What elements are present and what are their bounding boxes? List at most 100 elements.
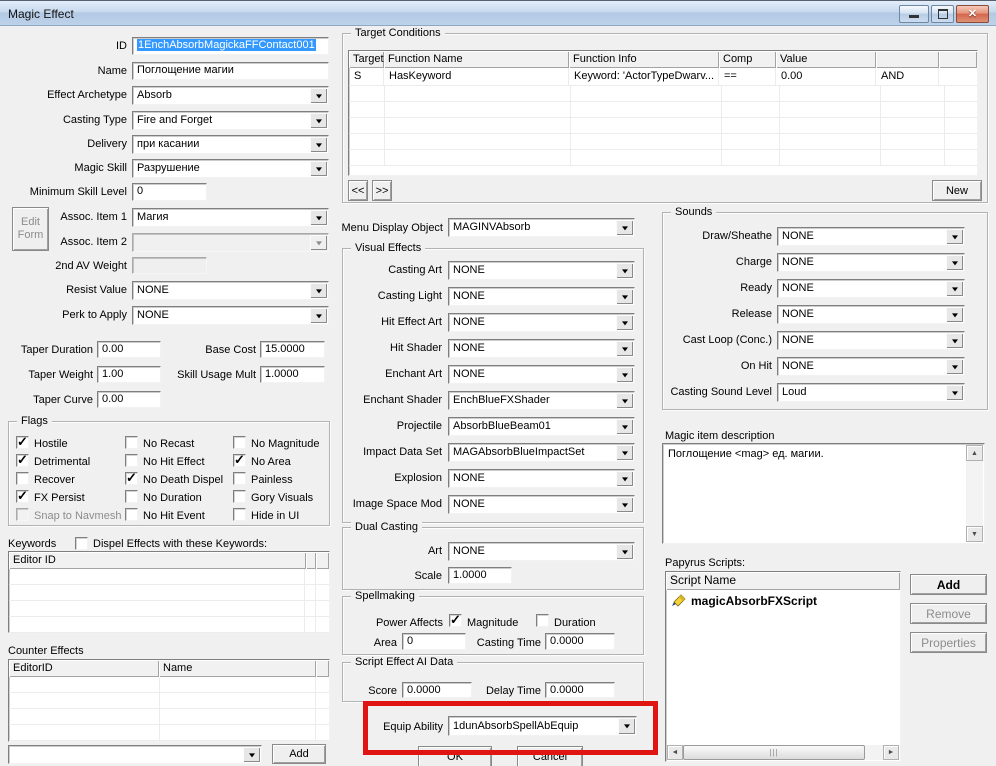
chevron-down-icon[interactable] xyxy=(616,497,633,512)
chevron-down-icon[interactable] xyxy=(616,419,633,434)
chevron-down-icon[interactable] xyxy=(310,308,327,323)
no-hit-effect-checkbox[interactable] xyxy=(125,454,138,467)
gory-visuals-checkbox[interactable] xyxy=(233,490,246,503)
chevron-down-icon[interactable] xyxy=(616,393,633,408)
name-field[interactable]: Поглощение магии xyxy=(132,62,329,80)
enchant-shader-select[interactable]: EnchBlueFXShader xyxy=(448,391,635,410)
id-field[interactable]: 1EnchAbsorbMagickaFFContact001 xyxy=(132,37,329,55)
conditions-prev-button[interactable]: << xyxy=(348,180,368,201)
papyrus-scripts-list[interactable]: Script Name magicAbsorbFXScript ◄ ► ||| xyxy=(665,571,901,762)
function-name-column-header[interactable]: Function Name xyxy=(384,51,569,68)
ok-button[interactable]: OK xyxy=(418,746,492,766)
casting-sound-level-select[interactable]: Loud xyxy=(777,383,965,402)
chevron-down-icon[interactable] xyxy=(616,471,633,486)
hit-effect-art-select[interactable]: NONE xyxy=(448,313,635,332)
function-info-column-header[interactable]: Function Info xyxy=(569,51,719,68)
minimize-button[interactable] xyxy=(899,5,929,23)
scroll-down-icon[interactable]: ▼ xyxy=(966,526,983,542)
impact-data-set-select[interactable]: MAGAbsorbBlueImpactSet xyxy=(448,443,635,462)
casting-time-field[interactable]: 0.0000 xyxy=(545,633,615,650)
target-column-header[interactable]: Target xyxy=(349,51,384,68)
chevron-down-icon[interactable] xyxy=(946,307,963,322)
casting-light-select[interactable]: NONE xyxy=(448,287,635,306)
projectile-select[interactable]: AbsorbBlueBeam01 xyxy=(448,417,635,436)
chevron-down-icon[interactable] xyxy=(616,341,633,356)
scroll-right-icon[interactable]: ► xyxy=(883,745,899,760)
keywords-list[interactable]: Editor ID xyxy=(8,551,330,633)
chevron-down-icon[interactable] xyxy=(616,315,633,330)
chevron-down-icon[interactable] xyxy=(946,281,963,296)
delivery-select[interactable]: при касании xyxy=(132,135,329,154)
counter-effect-select[interactable] xyxy=(8,745,262,764)
script-row[interactable]: magicAbsorbFXScript xyxy=(666,590,900,610)
release-select[interactable]: NONE xyxy=(777,305,965,324)
minimum-skill-level-field[interactable]: 0 xyxy=(132,183,207,201)
scroll-left-icon[interactable]: ◄ xyxy=(667,745,683,760)
extra-column-header[interactable] xyxy=(939,51,977,68)
conditions-next-button[interactable]: >> xyxy=(372,180,392,201)
skill-usage-mult-field[interactable]: 1.0000 xyxy=(260,366,325,383)
chevron-down-icon[interactable] xyxy=(946,385,963,400)
counter-add-button[interactable]: Add xyxy=(272,744,326,764)
dispel-effects-checkbox[interactable] xyxy=(75,537,88,550)
papyrus-properties-button[interactable]: Properties xyxy=(910,632,987,653)
counter-effects-list[interactable]: EditorID Name xyxy=(8,659,330,742)
chevron-down-icon[interactable] xyxy=(946,333,963,348)
close-button[interactable]: ✕ xyxy=(956,5,989,23)
chevron-down-icon[interactable] xyxy=(243,747,260,762)
delay-time-field[interactable]: 0.0000 xyxy=(545,682,615,698)
op-column-header[interactable] xyxy=(876,51,939,68)
chevron-down-icon[interactable] xyxy=(616,445,633,460)
magic-skill-select[interactable]: Разрушение xyxy=(132,159,329,178)
fx-persist-checkbox[interactable] xyxy=(16,490,29,503)
maximize-button[interactable] xyxy=(931,5,954,23)
menu-display-object-select[interactable]: MAGINVAbsorb xyxy=(448,218,635,237)
explosion-select[interactable]: NONE xyxy=(448,469,635,488)
chevron-down-icon[interactable] xyxy=(618,718,635,734)
conditions-new-button[interactable]: New xyxy=(932,180,982,201)
effect-archetype-select[interactable]: Absorb xyxy=(132,86,329,105)
cast-loop-select[interactable]: NONE xyxy=(777,331,965,350)
chevron-down-icon[interactable] xyxy=(616,367,633,382)
chevron-down-icon[interactable] xyxy=(310,161,327,176)
value-column-header[interactable]: Value xyxy=(776,51,876,68)
chevron-down-icon[interactable] xyxy=(310,113,327,128)
papyrus-add-button[interactable]: Add xyxy=(910,574,987,595)
image-space-mod-select[interactable]: NONE xyxy=(448,495,635,514)
chevron-down-icon[interactable] xyxy=(616,289,633,304)
papyrus-remove-button[interactable]: Remove xyxy=(910,603,987,624)
chevron-down-icon[interactable] xyxy=(310,88,327,103)
editor-id-column-header[interactable]: Editor ID xyxy=(9,552,306,569)
chevron-down-icon[interactable] xyxy=(616,544,633,559)
perk-to-apply-select[interactable]: NONE xyxy=(132,306,329,325)
cancel-button[interactable]: Cancel xyxy=(517,746,583,766)
chevron-down-icon[interactable] xyxy=(946,229,963,244)
painless-checkbox[interactable] xyxy=(233,472,246,485)
base-cost-field[interactable]: 15.0000 xyxy=(260,341,325,358)
editorid-column-header[interactable]: EditorID xyxy=(9,660,159,677)
chevron-down-icon[interactable] xyxy=(946,255,963,270)
area-field[interactable]: 0 xyxy=(402,633,466,650)
no-magnitude-checkbox[interactable] xyxy=(233,436,246,449)
no-area-checkbox[interactable] xyxy=(233,454,246,467)
conditions-table[interactable]: Target Function Name Function Info Comp … xyxy=(348,50,978,176)
taper-curve-field[interactable]: 0.00 xyxy=(97,391,161,408)
chevron-down-icon[interactable] xyxy=(310,137,327,152)
no-hit-event-checkbox[interactable] xyxy=(125,508,138,521)
on-hit-select[interactable]: NONE xyxy=(777,357,965,376)
draw-sheathe-select[interactable]: NONE xyxy=(777,227,965,246)
hostile-checkbox[interactable] xyxy=(16,436,29,449)
script-list-hscrollbar[interactable]: ◄ ► ||| xyxy=(667,745,899,760)
no-recast-checkbox[interactable] xyxy=(125,436,138,449)
hide-in-ui-checkbox[interactable] xyxy=(233,508,246,521)
description-scrollbar[interactable]: ▲ ▼ xyxy=(966,445,983,542)
chevron-down-icon[interactable] xyxy=(946,359,963,374)
casting-art-select[interactable]: NONE xyxy=(448,261,635,280)
name-column-header[interactable]: Name xyxy=(159,660,316,677)
script-name-column-header[interactable]: Script Name xyxy=(666,572,900,590)
charge-select[interactable]: NONE xyxy=(777,253,965,272)
comp-column-header[interactable]: Comp xyxy=(719,51,776,68)
duration-checkbox[interactable] xyxy=(536,614,549,627)
recover-checkbox[interactable] xyxy=(16,472,29,485)
magic-item-description-box[interactable]: Поглощение <mag> ед. магии. ▲ ▼ xyxy=(662,443,985,544)
